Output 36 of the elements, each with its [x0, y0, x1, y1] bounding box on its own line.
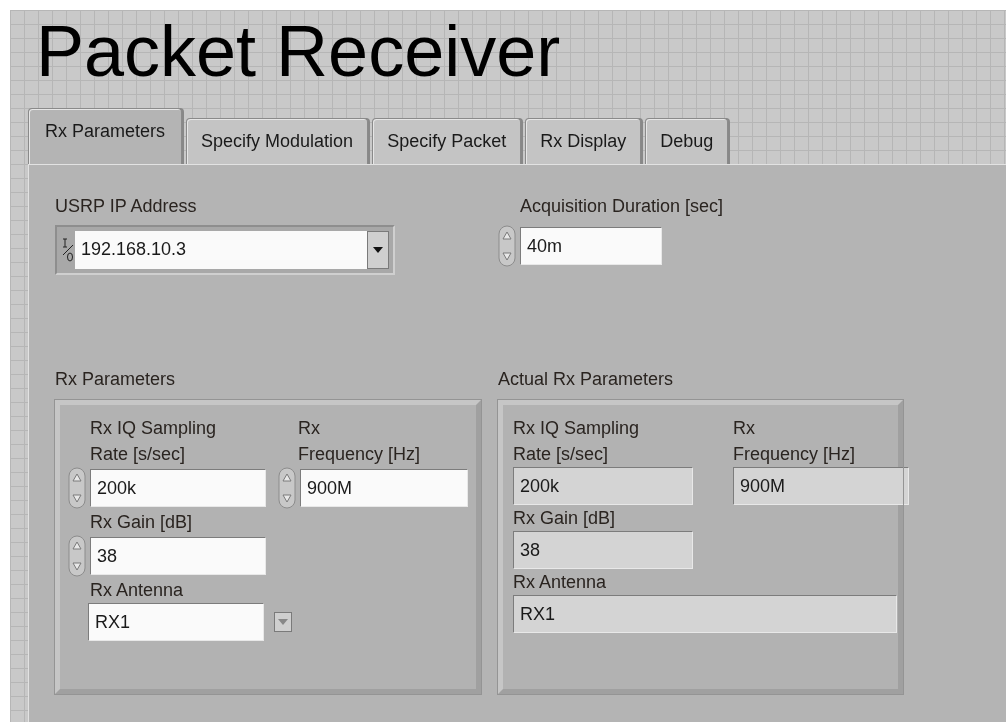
field-label: Rx IQ Sampling Rate [s/sec] [513, 416, 641, 466]
spinner-icon[interactable] [278, 466, 296, 509]
ip-address-field[interactable]: 192.168.10.3 [55, 225, 395, 275]
numeric-field[interactable]: 200k [90, 468, 266, 507]
field-label: Rx IQ Sampling Rate [s/sec] [89, 416, 218, 466]
spinner-icon[interactable] [68, 534, 86, 577]
tab[interactable]: Rx Parameters [28, 108, 183, 166]
caret-icon [372, 246, 384, 254]
field-label: USRP IP Address [55, 195, 197, 218]
antenna-field[interactable]: RX1 [88, 602, 264, 641]
numeric-field[interactable]: 900M [300, 468, 468, 507]
tab[interactable]: Debug [645, 118, 729, 164]
field-label: Rx Antenna [89, 578, 184, 602]
field-label: Rx Gain [dB] [89, 510, 193, 534]
tab[interactable]: Rx Display [525, 118, 642, 164]
spinner-icon[interactable] [68, 466, 86, 509]
caret-icon [277, 617, 289, 626]
field-label: Rx Gain [dB] [513, 506, 616, 530]
field-label: Rx Antenna [513, 570, 607, 594]
tab[interactable]: Specify Modulation [186, 118, 369, 164]
radix-icon[interactable] [61, 237, 75, 263]
cluster-label: Rx Parameters [55, 367, 176, 391]
field-label: Rx Frequency [Hz] [297, 416, 422, 466]
page-title: Packet Receiver [35, 10, 561, 92]
indicator-field: 200k [513, 466, 693, 505]
spinner-icon[interactable] [498, 225, 516, 267]
numeric-field[interactable]: 38 [90, 536, 266, 575]
tab[interactable]: Specify Packet [372, 118, 522, 164]
field-label: Rx Frequency [Hz] [733, 416, 857, 466]
field-label: Acquisition Duration [sec] [519, 195, 724, 218]
numeric-field[interactable]: 40m [520, 227, 662, 265]
indicator-field: 900M [733, 466, 909, 505]
indicator-field: 38 [513, 530, 693, 569]
indicator-field: RX1 [513, 594, 897, 633]
dropdown-button[interactable] [367, 231, 389, 269]
cluster-label: Actual Rx Parameters [498, 367, 674, 391]
